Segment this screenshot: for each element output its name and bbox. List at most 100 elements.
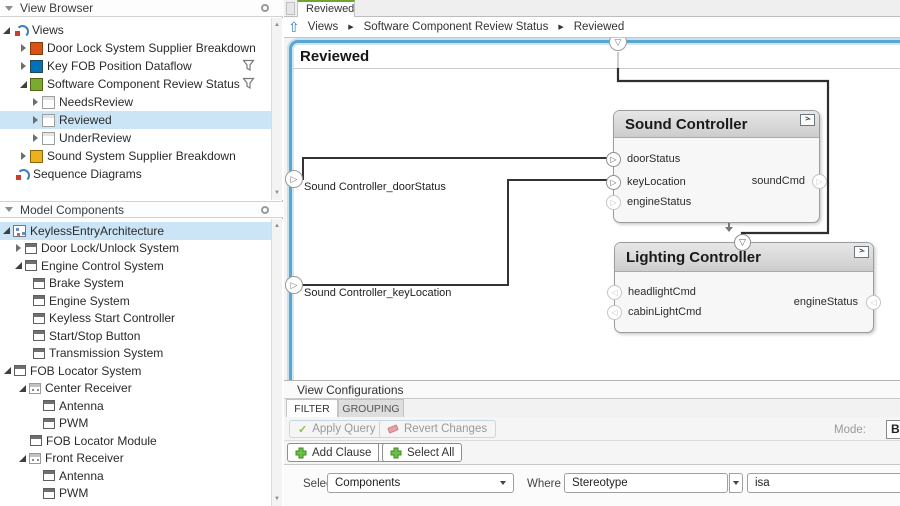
select-combobox[interactable]: Components [327, 473, 514, 493]
model-component-item[interactable]: Transmission System [0, 345, 271, 363]
model-component-item[interactable]: Antenna [0, 467, 271, 485]
scroll-down-icon[interactable]: ▼ [273, 190, 281, 196]
tree-item-label: Door Lock System Supplier Breakdown [47, 41, 256, 55]
revert-changes-button[interactable]: Revert Changes [379, 420, 496, 438]
apply-query-button[interactable]: ✓ Apply Query [289, 420, 385, 438]
software-component-badge-icon: >- [800, 114, 815, 126]
select-all-button[interactable]: Select All [383, 444, 461, 461]
port-top-icon[interactable]: ▽ [734, 234, 751, 251]
tab-filter[interactable]: FILTER [286, 399, 338, 417]
port-soundcmd-icon[interactable]: ▷ [812, 174, 827, 189]
panel-gear-icon[interactable] [261, 4, 269, 12]
model-component-item[interactable]: Keyless Start Controller [0, 310, 271, 328]
port-headlightcmd-icon[interactable]: ◁ [607, 285, 622, 300]
view-browser-item[interactable]: NeedsReview [0, 93, 271, 111]
boundary-port-doorstatus-icon[interactable]: ▷ [285, 170, 303, 188]
view-browser-item[interactable]: Door Lock System Supplier Breakdown [0, 39, 271, 57]
scroll-up-icon[interactable]: ▲ [273, 223, 281, 229]
expanded-arrow-icon[interactable] [19, 455, 29, 462]
model-component-item[interactable]: Engine Control System [0, 257, 271, 275]
model-component-item[interactable]: Brake System [0, 275, 271, 293]
port-keylocation-icon[interactable]: ▷ [606, 175, 621, 190]
tab-reviewed[interactable]: Reviewed [297, 0, 355, 17]
operator-field[interactable]: isa [747, 473, 900, 493]
collapsed-arrow-icon[interactable] [32, 134, 42, 142]
expanded-arrow-icon[interactable] [3, 27, 13, 34]
view-browser-item[interactable]: Views [0, 21, 271, 39]
filter-icon[interactable] [242, 77, 255, 90]
diagram-canvas[interactable]: Reviewed ▽ ▷ ▷ Sound Controller_doorStat… [284, 38, 900, 381]
scroll-up-icon[interactable]: ▲ [273, 22, 281, 28]
model-component-item[interactable]: PWM [0, 485, 271, 503]
port-label: soundCmd [752, 175, 805, 188]
filter-icon[interactable] [242, 59, 255, 72]
view-title-separator [293, 68, 900, 69]
model-component-item[interactable]: Front Receiver [0, 450, 271, 468]
connector-label-keylocation[interactable]: Sound Controller_keyLocation [304, 287, 451, 299]
view-browser-item[interactable]: Sound System Supplier Breakdown [0, 147, 271, 165]
tree-item-label: Engine Control System [41, 259, 164, 273]
port-label: doorStatus [627, 153, 680, 166]
expanded-arrow-icon[interactable] [3, 227, 13, 234]
mode-dropdown[interactable]: B [886, 420, 900, 439]
collapsed-arrow-icon[interactable] [20, 152, 30, 160]
breadcrumb-view-set[interactable]: Software Component Review Status [364, 21, 549, 33]
panel-gear-icon[interactable] [261, 206, 269, 214]
collapse-triangle-icon[interactable] [5, 207, 13, 212]
collapsed-arrow-icon[interactable] [20, 44, 30, 52]
port-doorstatus-icon[interactable]: ▷ [606, 152, 621, 167]
tab-grouping[interactable]: GROUPING [338, 399, 404, 417]
port-enginestatus-icon[interactable]: ▷ [606, 195, 621, 210]
collapse-triangle-icon[interactable] [5, 6, 13, 11]
port-cabinlightcmd-icon[interactable]: ◁ [607, 305, 622, 320]
sound-controller-header[interactable]: Sound Controller >- [614, 111, 819, 138]
view-browser-item[interactable]: Sequence Diagrams [0, 165, 271, 183]
navigate-up-icon[interactable]: ⇧ [288, 20, 300, 34]
tab-label: Reviewed [306, 3, 354, 15]
model-component-item[interactable]: PWM [0, 415, 271, 433]
view-browser-title: View Browser [20, 1, 93, 15]
add-clause-button[interactable]: Add Clause [288, 444, 378, 461]
collapsed-arrow-icon[interactable] [32, 116, 42, 124]
model-components-scrollbar[interactable]: ▲ ▼ [271, 219, 282, 506]
connector-label-doorstatus[interactable]: Sound Controller_doorStatus [304, 181, 446, 193]
breadcrumb-views[interactable]: Views [308, 21, 338, 33]
model-component-item[interactable]: Start/Stop Button [0, 327, 271, 345]
select-value: Components [335, 477, 400, 489]
tree-item-label: Transmission System [49, 346, 163, 360]
component-icon [33, 278, 45, 289]
tree-item-label: Center Receiver [45, 381, 132, 395]
boundary-port-keylocation-icon[interactable]: ▷ [285, 276, 303, 294]
sound-controller-block[interactable]: Sound Controller >- ▷ ▷ ▷ ▷ doorStatus k… [613, 110, 820, 223]
mode-value: B [891, 422, 900, 436]
view-browser-item[interactable]: Reviewed [0, 111, 271, 129]
model-component-item[interactable]: Center Receiver [0, 380, 271, 398]
eraser-icon [387, 424, 399, 433]
collapsed-arrow-icon[interactable] [32, 98, 42, 106]
expanded-arrow-icon[interactable] [20, 81, 30, 88]
breadcrumb-current[interactable]: Reviewed [574, 21, 625, 33]
expanded-arrow-icon[interactable] [19, 385, 29, 392]
collapsed-arrow-icon[interactable] [15, 244, 25, 252]
model-component-item[interactable]: FOB Locator Module [0, 432, 271, 450]
expanded-arrow-icon[interactable] [4, 367, 14, 374]
view-browser-header[interactable]: View Browser [0, 0, 283, 17]
model-component-item[interactable]: Engine System [0, 292, 271, 310]
view-browser-item[interactable]: Software Component Review Status [0, 75, 271, 93]
lighting-controller-block[interactable]: Lighting Controller >- ▽ ◁ ◁ ◁ headlight… [614, 242, 874, 333]
model-component-item[interactable]: KeylessEntryArchitecture [0, 222, 271, 240]
view-browser-scrollbar[interactable]: ▲ ▼ [271, 18, 282, 200]
view-browser-item[interactable]: UnderReview [0, 129, 271, 147]
scroll-down-icon[interactable]: ▼ [273, 496, 281, 502]
where-dropdown-arrow[interactable] [729, 473, 743, 493]
view-browser-item[interactable]: Key FOB Position Dataflow [0, 57, 271, 75]
tab-strip-handle[interactable] [286, 2, 295, 15]
model-components-header[interactable]: Model Components [0, 201, 283, 218]
port-enginestatus-icon[interactable]: ◁ [866, 295, 881, 310]
collapsed-arrow-icon[interactable] [20, 62, 30, 70]
model-component-item[interactable]: FOB Locator System [0, 362, 271, 380]
model-component-item[interactable]: Antenna [0, 397, 271, 415]
where-combobox[interactable]: Stereotype [564, 473, 728, 493]
model-component-item[interactable]: Door Lock/Unlock System [0, 240, 271, 258]
expanded-arrow-icon[interactable] [15, 262, 25, 269]
